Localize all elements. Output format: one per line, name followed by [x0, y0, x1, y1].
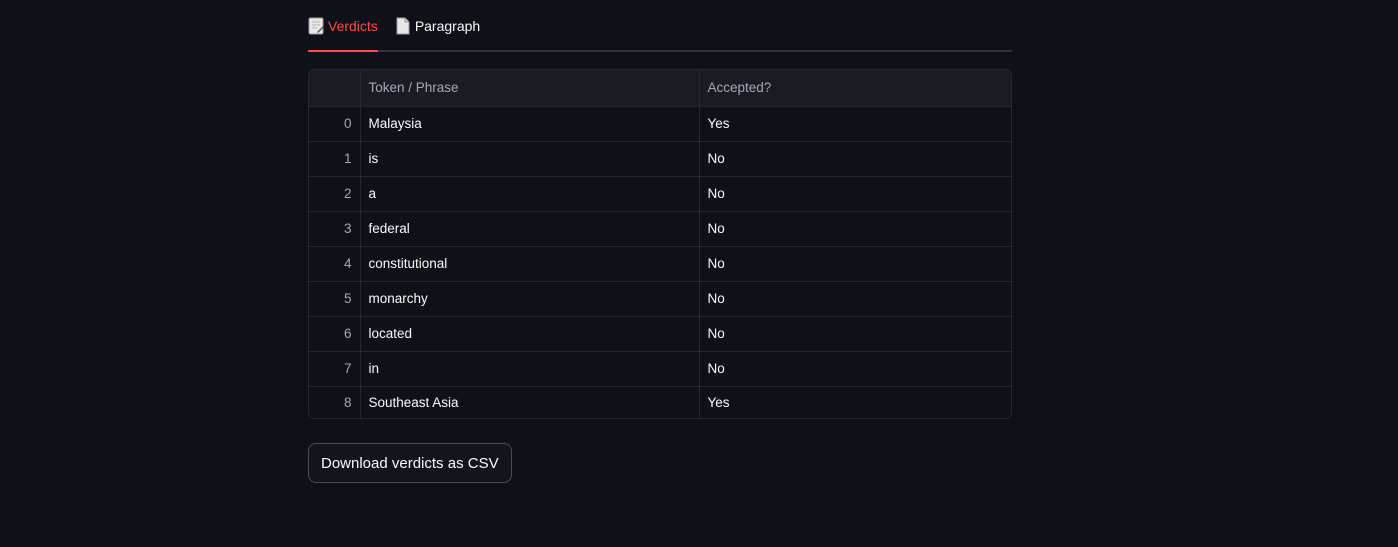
token-cell[interactable]: is [360, 141, 700, 177]
accepted-cell[interactable]: No [699, 246, 1011, 282]
accepted-cell[interactable]: No [699, 211, 1011, 247]
accepted-cell[interactable]: No [699, 316, 1011, 352]
table-header-row: Token / Phrase Accepted? [309, 70, 1011, 107]
table-row: 5 monarchy No [309, 281, 1011, 317]
memo-icon [308, 17, 324, 35]
row-index[interactable]: 6 [309, 316, 361, 352]
token-cell[interactable]: monarchy [360, 281, 700, 317]
table-row: 8 Southeast Asia Yes [309, 386, 1011, 418]
table-row: 2 a No [309, 176, 1011, 212]
accepted-cell[interactable]: Yes [699, 106, 1011, 142]
tab-verdicts-label: Verdicts [328, 18, 378, 34]
row-index[interactable]: 2 [309, 176, 361, 212]
token-column-header[interactable]: Token / Phrase [360, 70, 700, 107]
token-cell[interactable]: a [360, 176, 700, 212]
main-content: Verdicts Paragraph Token / Phrase Accept… [308, 0, 1012, 483]
table-row: 6 located No [309, 316, 1011, 352]
table-row: 7 in No [309, 351, 1011, 387]
row-index[interactable]: 4 [309, 246, 361, 282]
tab-bar: Verdicts Paragraph [308, 0, 1012, 52]
row-index[interactable]: 7 [309, 351, 361, 387]
tab-paragraph[interactable]: Paragraph [395, 10, 480, 50]
table-row: 0 Malaysia Yes [309, 106, 1011, 142]
tab-paragraph-label: Paragraph [414, 18, 481, 34]
row-index[interactable]: 1 [309, 141, 361, 177]
tab-verdicts[interactable]: Verdicts [308, 10, 378, 52]
page-icon [395, 17, 411, 35]
table-row: 3 federal No [309, 211, 1011, 247]
verdicts-table[interactable]: Token / Phrase Accepted? 0 Malaysia Yes … [308, 69, 1012, 419]
row-index[interactable]: 5 [309, 281, 361, 317]
accepted-cell[interactable]: No [699, 176, 1011, 212]
token-cell[interactable]: in [360, 351, 700, 387]
token-cell[interactable]: Southeast Asia [360, 386, 700, 418]
accepted-cell[interactable]: Yes [699, 386, 1011, 418]
token-cell[interactable]: federal [360, 211, 700, 247]
index-column-header[interactable] [309, 70, 361, 107]
token-cell[interactable]: constitutional [360, 246, 700, 282]
accepted-column-header[interactable]: Accepted? [699, 70, 1011, 107]
row-index[interactable]: 3 [309, 211, 361, 247]
table-row: 4 constitutional No [309, 246, 1011, 282]
download-csv-button[interactable]: Download verdicts as CSV [308, 443, 512, 483]
row-index[interactable]: 0 [309, 106, 361, 142]
table-row: 1 is No [309, 141, 1011, 177]
token-cell[interactable]: Malaysia [360, 106, 700, 142]
accepted-cell[interactable]: No [699, 351, 1011, 387]
accepted-cell[interactable]: No [699, 281, 1011, 317]
row-index[interactable]: 8 [309, 386, 361, 418]
token-cell[interactable]: located [360, 316, 700, 352]
accepted-cell[interactable]: No [699, 141, 1011, 177]
